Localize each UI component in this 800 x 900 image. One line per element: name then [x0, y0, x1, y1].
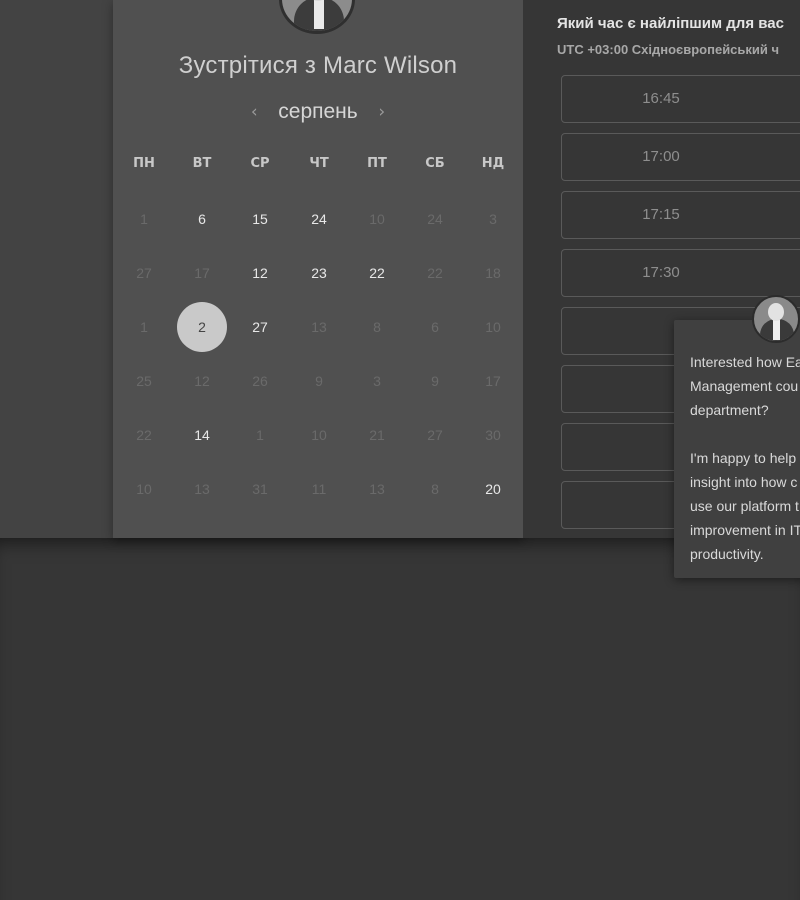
calendar-day: 13 — [194, 481, 210, 497]
chat-message: Interested how Ea Management cou departm… — [690, 354, 800, 562]
calendar-day: 26 — [252, 373, 268, 389]
calendar-day[interactable]: 23 — [294, 248, 344, 298]
calendar-day: 30 — [485, 427, 501, 443]
page-background — [0, 538, 800, 900]
meeting-title: Зустрітися з Marc Wilson — [178, 52, 458, 79]
calendar-day: 1 — [140, 211, 148, 227]
calendar-day: 17 — [485, 373, 501, 389]
weekday-label: ЧТ — [309, 156, 329, 171]
calendar-day: 10 — [485, 319, 501, 335]
month-navigation: ‹ серпень › — [113, 98, 523, 126]
calendar-day: 22 — [136, 427, 152, 443]
calendar-card: Зустрітися з Marc Wilson ‹ серпень › ПН В… — [113, 0, 523, 538]
calendar-day-selected[interactable]: 2 — [177, 302, 227, 352]
calendar-day: 10 — [136, 481, 152, 497]
month-label: серпень — [278, 100, 358, 123]
chat-avatar[interactable] — [752, 295, 800, 343]
weekday-label: СР — [250, 156, 270, 171]
calendar-day: 1 — [140, 319, 148, 335]
calendar-day: 10 — [311, 427, 327, 443]
weekday-label: ПН — [133, 156, 155, 171]
calendar-day[interactable]: 20 — [468, 464, 518, 514]
chevron-right-icon[interactable]: › — [372, 102, 392, 122]
calendar-day: 24 — [427, 211, 443, 227]
calendar-day: 13 — [311, 319, 327, 335]
time-slot-button[interactable]: 17:15 — [561, 191, 800, 239]
calendar-day: 9 — [431, 373, 439, 389]
host-avatar — [279, 0, 355, 34]
weekday-label: ВТ — [192, 156, 212, 171]
calendar-day[interactable]: 12 — [235, 248, 285, 298]
weekday-header: ПН ВТ СР ЧТ ПТ СБ НД — [113, 156, 523, 176]
calendar-day: 3 — [489, 211, 497, 227]
calendar-day[interactable]: 6 — [177, 194, 227, 244]
calendar-day[interactable]: 14 — [177, 410, 227, 460]
calendar-day: 3 — [373, 373, 381, 389]
time-slot-button[interactable]: 17:00 — [561, 133, 800, 181]
calendar-day: 25 — [136, 373, 152, 389]
weekday-label: СБ — [425, 156, 445, 171]
time-heading: Який час є найліпшим для вас — [557, 15, 784, 32]
time-slot-button[interactable]: 17:30 — [561, 249, 800, 297]
weekday-label: ПТ — [367, 156, 387, 171]
calendar-day: 21 — [369, 427, 385, 443]
calendar-day: 11 — [311, 481, 327, 497]
calendar-day: 27 — [427, 427, 443, 443]
calendar-day: 27 — [136, 265, 152, 281]
calendar-day: 9 — [315, 373, 323, 389]
weekday-label: НД — [481, 156, 505, 171]
calendar-day: 22 — [427, 265, 443, 281]
calendar-day: 8 — [431, 481, 439, 497]
calendar-day: 8 — [373, 319, 381, 335]
calendar-day: 17 — [194, 265, 210, 281]
calendar-day: 31 — [252, 481, 268, 497]
calendar-day: 1 — [256, 427, 264, 443]
calendar-day: 6 — [431, 319, 439, 335]
calendar-days-grid: 1 6 15 24 10 24 3 27 17 12 23 22 22 18 1 2 27 13 8 6 10 25 12 2… — [113, 192, 523, 516]
calendar-day: 18 — [485, 265, 501, 281]
calendar-day[interactable]: 15 — [235, 194, 285, 244]
calendar-day[interactable]: 22 — [352, 248, 402, 298]
calendar-day: 12 — [194, 373, 210, 389]
timezone-label: UTC +03:00 Східноєвропейський ч — [557, 42, 780, 57]
calendar-day: 10 — [369, 211, 385, 227]
calendar-day[interactable]: 27 — [235, 302, 285, 352]
calendar-day[interactable]: 24 — [294, 194, 344, 244]
time-slot-button[interactable]: 16:45 — [561, 75, 800, 123]
chevron-left-icon[interactable]: ‹ — [244, 102, 264, 122]
chat-popup: Interested how Ea Management cou departm… — [674, 320, 800, 578]
calendar-day: 13 — [369, 481, 385, 497]
